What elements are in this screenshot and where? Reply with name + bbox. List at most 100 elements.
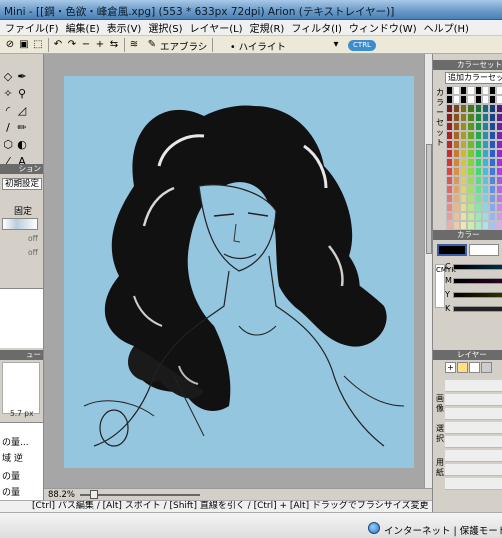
color-swatch[interactable] xyxy=(481,122,489,131)
color-swatch[interactable] xyxy=(460,194,468,203)
rotate-left-icon[interactable]: ↶ xyxy=(52,39,64,51)
color-swatch[interactable] xyxy=(453,203,461,212)
color-swatch[interactable] xyxy=(446,176,454,185)
color-swatch[interactable] xyxy=(460,221,468,230)
color-swatch[interactable] xyxy=(453,221,461,230)
new-layer-icon[interactable]: + xyxy=(445,362,456,373)
ctrl-toggle[interactable]: CTRL xyxy=(348,40,376,51)
deselect-icon[interactable]: ⊘ xyxy=(4,39,16,51)
main-color[interactable] xyxy=(437,244,467,256)
color-swatch[interactable] xyxy=(453,131,461,140)
colorset-select[interactable]: 追加カラーセット xyxy=(445,72,502,84)
blur-icon[interactable]: ◐ xyxy=(15,138,29,152)
color-swatch[interactable] xyxy=(460,149,468,158)
color-swatch[interactable] xyxy=(467,221,475,230)
color-swatch[interactable] xyxy=(474,131,482,140)
brush-icon[interactable]: / xyxy=(1,121,15,135)
color-swatch[interactable] xyxy=(495,122,502,131)
color-swatch[interactable] xyxy=(481,131,489,140)
color-swatch[interactable] xyxy=(467,167,475,176)
color-swatch[interactable] xyxy=(460,86,468,95)
color-swatch[interactable] xyxy=(495,221,502,230)
cmyk-tab[interactable]: CMYK xyxy=(435,264,456,308)
color-swatch[interactable] xyxy=(474,185,482,194)
color-swatch[interactable] xyxy=(474,113,482,122)
layer-row[interactable] xyxy=(445,422,502,434)
color-swatch[interactable] xyxy=(460,131,468,140)
flip-icon[interactable]: ⇆ xyxy=(108,39,120,51)
color-swatch[interactable] xyxy=(481,185,489,194)
zoom-slider-track[interactable] xyxy=(80,494,200,496)
color-swatch[interactable] xyxy=(453,149,461,158)
color-swatch[interactable] xyxy=(446,203,454,212)
invert-selection-icon[interactable]: ▣ xyxy=(18,39,30,51)
color-swatch[interactable] xyxy=(453,95,461,104)
color-swatch[interactable] xyxy=(488,194,496,203)
color-swatch[interactable] xyxy=(446,149,454,158)
color-swatch[interactable] xyxy=(460,104,468,113)
color-swatch[interactable] xyxy=(453,113,461,122)
color-swatch[interactable] xyxy=(467,158,475,167)
color-swatch[interactable] xyxy=(488,176,496,185)
color-swatch[interactable] xyxy=(495,95,502,104)
shape-icon[interactable]: ◿ xyxy=(15,104,29,118)
color-swatch[interactable] xyxy=(495,140,502,149)
color-swatch[interactable] xyxy=(467,122,475,131)
eraser-icon[interactable]: ◇ xyxy=(1,70,15,84)
show-selection-icon[interactable]: ⬚ xyxy=(32,39,44,51)
color-swatch[interactable] xyxy=(474,104,482,113)
color-swatch[interactable] xyxy=(446,194,454,203)
lasso-icon[interactable]: ◜ xyxy=(1,104,15,118)
color-swatch[interactable] xyxy=(488,131,496,140)
color-swatch[interactable] xyxy=(446,221,454,230)
color-swatch[interactable] xyxy=(474,158,482,167)
menu-layer[interactable]: レイヤー(L) xyxy=(187,20,246,35)
menu-window[interactable]: ウィンドウ(W) xyxy=(346,20,420,35)
slider-y[interactable]: Y xyxy=(445,290,502,302)
delete-layer-icon[interactable] xyxy=(481,362,492,373)
color-swatch[interactable] xyxy=(481,212,489,221)
new-folder-icon[interactable] xyxy=(457,362,468,373)
color-swatch[interactable] xyxy=(460,185,468,194)
color-swatch[interactable] xyxy=(474,167,482,176)
color-swatch[interactable] xyxy=(488,86,496,95)
vertical-scrollbar[interactable] xyxy=(424,54,432,488)
color-swatch[interactable] xyxy=(474,212,482,221)
color-swatch[interactable] xyxy=(474,203,482,212)
zoom-out-icon[interactable]: − xyxy=(80,39,92,51)
layer-row[interactable] xyxy=(445,464,502,476)
color-swatch[interactable] xyxy=(481,104,489,113)
menu-select[interactable]: 選択(S) xyxy=(145,20,185,35)
color-swatch[interactable] xyxy=(446,212,454,221)
color-swatch[interactable] xyxy=(467,149,475,158)
zoom-in-icon[interactable]: + xyxy=(94,39,106,51)
layer-row[interactable] xyxy=(445,450,502,462)
color-swatch[interactable] xyxy=(474,194,482,203)
chevron-down-icon[interactable]: ▾ xyxy=(330,39,342,51)
color-swatch[interactable] xyxy=(453,185,461,194)
color-swatch[interactable] xyxy=(495,149,502,158)
color-swatch[interactable] xyxy=(474,95,482,104)
slider-m[interactable]: M xyxy=(445,276,502,288)
color-swatch[interactable] xyxy=(453,176,461,185)
color-swatch[interactable] xyxy=(460,176,468,185)
color-swatch[interactable] xyxy=(495,185,502,194)
option-off-2[interactable]: off xyxy=(28,248,38,257)
color-swatch[interactable] xyxy=(488,122,496,131)
color-swatch[interactable] xyxy=(467,194,475,203)
blend-mode-select[interactable]: • ハイライト xyxy=(230,39,286,53)
color-swatch[interactable] xyxy=(467,104,475,113)
color-swatch[interactable] xyxy=(474,140,482,149)
canvas-area[interactable] xyxy=(44,54,432,488)
color-swatch[interactable] xyxy=(467,113,475,122)
drawing-canvas[interactable] xyxy=(64,76,414,468)
color-swatch[interactable] xyxy=(495,212,502,221)
rotate-right-icon[interactable]: ↷ xyxy=(66,39,78,51)
color-swatch[interactable] xyxy=(460,203,468,212)
color-swatch[interactable] xyxy=(467,176,475,185)
color-swatch[interactable] xyxy=(453,158,461,167)
color-swatch[interactable] xyxy=(481,95,489,104)
color-swatch[interactable] xyxy=(488,212,496,221)
color-swatch[interactable] xyxy=(495,113,502,122)
color-swatch[interactable] xyxy=(460,140,468,149)
